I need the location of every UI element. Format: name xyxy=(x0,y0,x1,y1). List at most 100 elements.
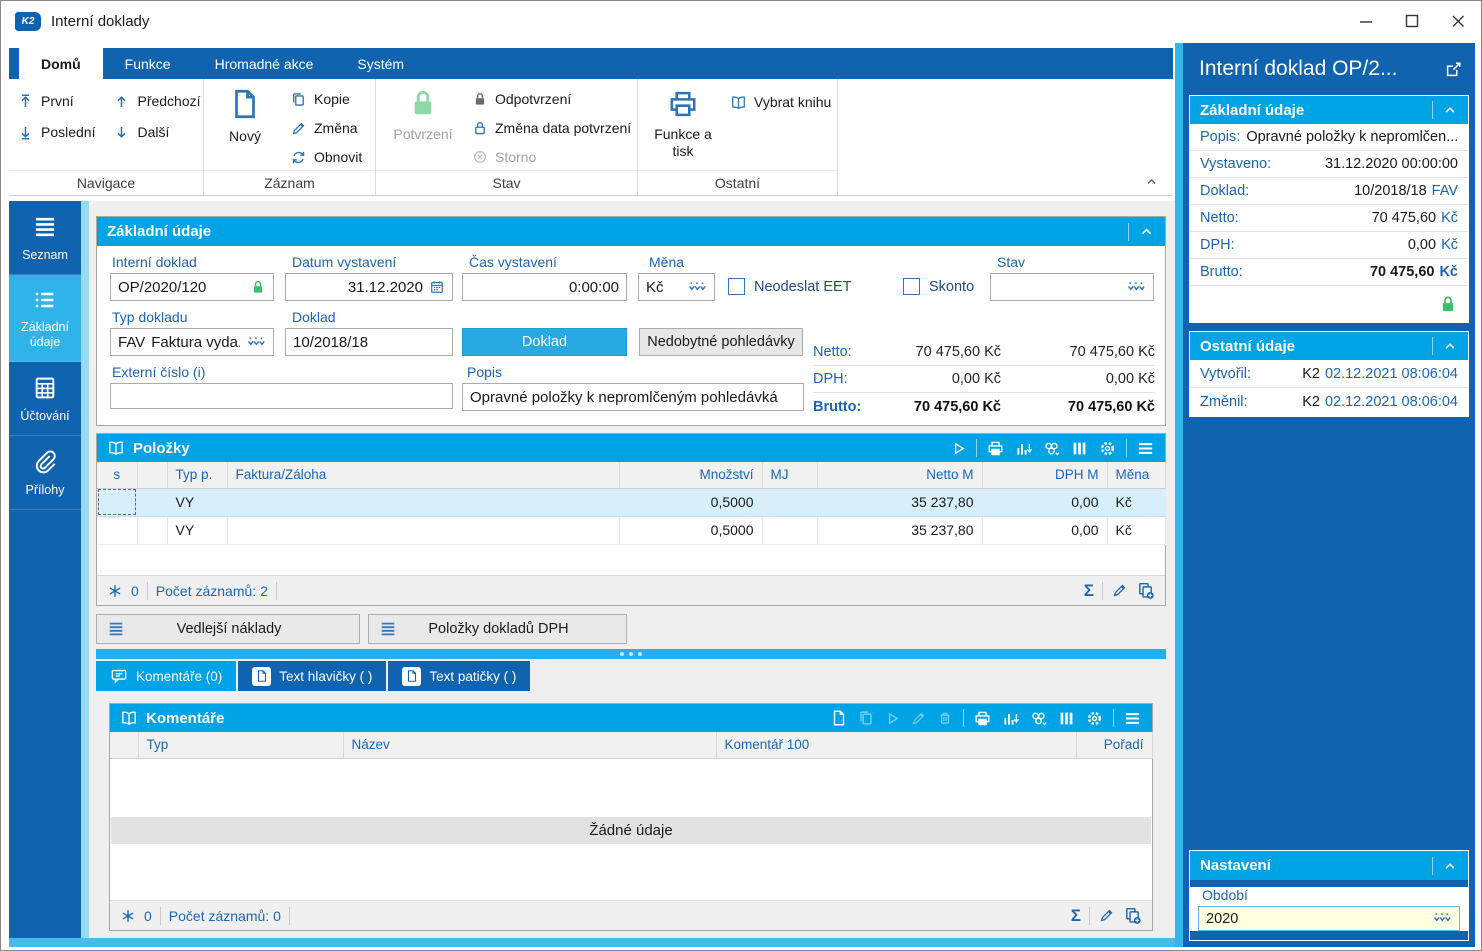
unconfirm-button[interactable]: Odpotvrzení xyxy=(472,88,631,110)
mena-combo[interactable]: Kč xyxy=(638,273,715,301)
table-row[interactable]: VY 0,5000 35 237,80 0,00 Kč xyxy=(97,516,1166,545)
horizontal-splitter[interactable] xyxy=(96,649,1166,659)
tab-text-paticky[interactable]: Text patičky ( ) xyxy=(388,661,531,691)
dropdown-icon[interactable] xyxy=(1432,912,1452,925)
collapse-section-button[interactable] xyxy=(1442,338,1458,354)
next-button[interactable]: Další xyxy=(113,121,200,143)
new-button[interactable]: Nový xyxy=(216,87,274,170)
col-nazev[interactable]: Název xyxy=(343,732,717,759)
col-mj[interactable]: MJ xyxy=(762,462,818,489)
ribbon-collapse-button[interactable] xyxy=(1144,174,1159,189)
externi-cislo-input[interactable] xyxy=(118,387,445,405)
collapse-section-button[interactable] xyxy=(1442,858,1458,874)
sum-icon[interactable]: Σ xyxy=(1071,906,1081,926)
ribbon-tab-system[interactable]: Systém xyxy=(335,48,426,79)
popis-field[interactable] xyxy=(462,383,804,411)
print-icon[interactable] xyxy=(973,709,992,728)
interni-doklad-field[interactable] xyxy=(110,273,274,301)
sidebar-item-uctovani[interactable]: Účtování xyxy=(9,362,81,436)
bottom-splitter[interactable] xyxy=(9,938,1175,947)
datum-field[interactable] xyxy=(285,273,453,301)
popis-input[interactable] xyxy=(470,388,796,406)
collapse-section-button[interactable] xyxy=(1442,102,1458,118)
minimize-button[interactable] xyxy=(1343,5,1389,37)
select-book-button[interactable]: Vybrat knihu xyxy=(730,91,831,113)
skonto-checkbox[interactable]: Skonto xyxy=(903,278,974,295)
last-button[interactable]: Poslední xyxy=(17,121,95,143)
snowflake-icon[interactable] xyxy=(120,908,136,924)
polozky-dph-button[interactable]: Položky dokladů DPH xyxy=(368,614,627,644)
typ-dokladu-combo[interactable]: FAV Faktura vyda... xyxy=(110,328,274,356)
vedlejsi-naklady-button[interactable]: Vedlejší náklady xyxy=(96,614,360,644)
ribbon-tab-domu[interactable]: Domů xyxy=(19,48,103,79)
sum-icon[interactable]: Σ xyxy=(1084,581,1094,601)
datum-input[interactable] xyxy=(293,278,423,296)
sidebar-splitter[interactable] xyxy=(81,201,89,938)
col-typ[interactable]: Typ xyxy=(138,732,344,759)
previous-button[interactable]: Předchozí xyxy=(113,90,201,112)
focus-cell[interactable] xyxy=(97,488,138,517)
interni-doklad-input[interactable] xyxy=(118,278,244,296)
obdobi-combo[interactable]: 2020 xyxy=(1198,906,1460,931)
settings-gear-icon[interactable] xyxy=(1098,439,1117,458)
cas-input[interactable] xyxy=(470,278,619,296)
dropdown-icon[interactable] xyxy=(687,281,707,294)
snowflake-icon[interactable] xyxy=(107,583,123,599)
col-netto[interactable]: Netto M xyxy=(817,462,983,489)
copy-add-icon[interactable] xyxy=(1136,581,1155,600)
doklad-button[interactable]: Doklad xyxy=(462,328,627,356)
col-typ[interactable]: Typ p. xyxy=(167,462,228,489)
edit-pencil-icon[interactable] xyxy=(1098,907,1115,924)
ribbon-tab-funkce[interactable]: Funkce xyxy=(103,48,193,79)
chart-icon[interactable] xyxy=(1001,709,1020,728)
nedobytne-pohledavky-button[interactable]: Nedobytné pohledávky xyxy=(639,328,803,356)
functions-print-button[interactable]: Funkce a tisk xyxy=(650,87,716,170)
col-s[interactable]: s xyxy=(97,462,138,489)
menu-icon[interactable] xyxy=(1123,709,1142,728)
print-icon[interactable] xyxy=(986,439,1005,458)
run-icon[interactable] xyxy=(950,440,967,457)
preview-splitter[interactable] xyxy=(1175,43,1183,947)
chart-icon[interactable] xyxy=(1014,439,1033,458)
tab-komentare[interactable]: Komentáře (0) xyxy=(96,661,237,691)
edit-pencil-icon[interactable] xyxy=(1111,582,1128,599)
analysis-icon[interactable] xyxy=(1029,709,1048,728)
refresh-button[interactable]: Obnovit xyxy=(290,146,362,168)
copy-button[interactable]: Kopie xyxy=(290,88,362,110)
doklad-input[interactable] xyxy=(293,333,445,351)
dropdown-icon[interactable] xyxy=(1126,281,1146,294)
stav-combo[interactable] xyxy=(990,273,1154,301)
col-faktura[interactable]: Faktura/Záloha xyxy=(227,462,620,489)
open-external-icon[interactable] xyxy=(1444,60,1463,79)
columns-icon[interactable] xyxy=(1070,439,1089,458)
calendar-icon[interactable] xyxy=(429,279,445,295)
ribbon-tab-hromadne-akce[interactable]: Hromadné akce xyxy=(193,48,336,79)
maximize-button[interactable] xyxy=(1389,5,1435,37)
change-confirm-date-button[interactable]: Změna data potvrzení xyxy=(472,117,631,139)
new-record-icon[interactable] xyxy=(830,709,848,727)
cas-field[interactable] xyxy=(462,273,627,301)
checkbox[interactable] xyxy=(903,278,920,295)
dropdown-icon[interactable] xyxy=(246,336,266,349)
col-komentar[interactable]: Komentář 100 xyxy=(716,732,1077,759)
col-blank[interactable] xyxy=(110,732,139,759)
col-mnozstvi[interactable]: Množství xyxy=(619,462,763,489)
tab-text-hlavicky[interactable]: Text hlavičky ( ) xyxy=(238,661,387,691)
close-button[interactable] xyxy=(1435,5,1481,37)
collapse-panel-button[interactable] xyxy=(1138,223,1155,240)
col-poradi[interactable]: Pořadí xyxy=(1076,732,1153,759)
neodeslat-eet-checkbox[interactable]: Neodeslat EET xyxy=(728,278,852,295)
col-blank[interactable] xyxy=(137,462,168,489)
first-button[interactable]: První xyxy=(17,90,95,112)
columns-icon[interactable] xyxy=(1057,709,1076,728)
sidebar-item-prilohy[interactable]: Přílohy xyxy=(9,436,81,510)
change-button[interactable]: Změna xyxy=(290,117,362,139)
col-mena[interactable]: Měna xyxy=(1107,462,1166,489)
doklad-field[interactable] xyxy=(285,328,453,356)
col-dph[interactable]: DPH M xyxy=(982,462,1108,489)
checkbox[interactable] xyxy=(728,278,745,295)
sidebar-item-seznam[interactable]: Seznam xyxy=(9,201,81,275)
table-row[interactable]: VY 0,5000 35 237,80 0,00 Kč xyxy=(97,488,1166,517)
copy-add-icon[interactable] xyxy=(1123,906,1142,925)
menu-icon[interactable] xyxy=(1136,439,1155,458)
